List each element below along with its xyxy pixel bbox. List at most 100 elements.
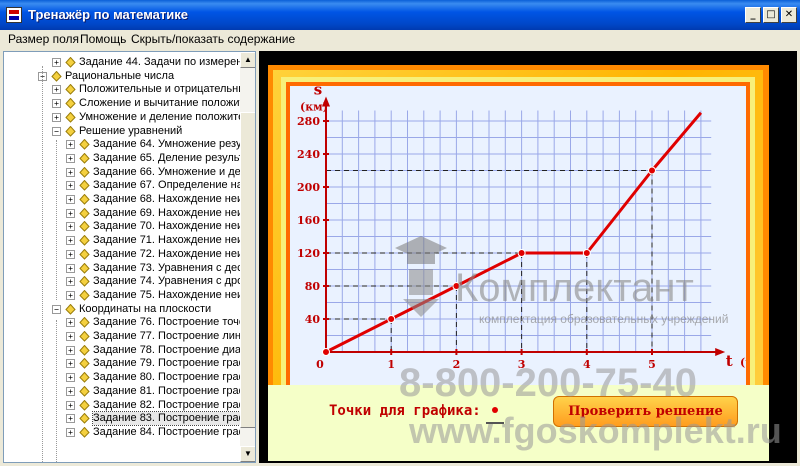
tree-item[interactable]: + Задание 68. Нахождение неизв [4,193,240,207]
topic-icon [65,57,76,68]
menu-bar: Размер поля Помощь Скрыть/показать содер… [0,30,800,48]
minimize-button[interactable]: _ [745,7,761,23]
topic-icon [65,98,76,109]
tree-item-label: Задание 84. Построение графи [93,425,240,438]
expand-toggle-icon[interactable]: + [66,345,75,355]
menu-field-size[interactable]: Размер поля [8,32,79,46]
tree-item[interactable]: + Задание 83. Построение графи [4,411,240,427]
expand-toggle-icon[interactable]: + [66,427,75,437]
expand-toggle-icon[interactable]: + [66,263,75,273]
tree-item[interactable]: + Задание 69. Нахождение неизв [4,207,240,221]
tree-item-label: Задание 80. Построение графи [93,371,240,384]
expand-toggle-icon[interactable]: + [66,290,75,300]
tree-item[interactable]: − Решение уравнений [4,125,240,139]
title-bar[interactable]: Тренажёр по математике _ □ ✕ [0,0,800,30]
expand-toggle-icon[interactable]: + [66,386,75,396]
tree-item[interactable]: + Задание 74. Уравнения с дробн [4,275,240,289]
scroll-down-button[interactable]: ▼ [240,446,255,462]
topic-icon [65,303,76,315]
tree-guide-line [56,140,57,300]
maximize-button[interactable]: □ [763,7,779,23]
tree-item[interactable]: + Задание 80. Построение графи [4,371,240,385]
menu-toggle-contents[interactable]: Скрыть/показать содержание [131,32,295,46]
watermark-logo-icon [395,236,447,317]
expand-toggle-icon[interactable]: + [66,140,75,150]
topic-icon [79,385,90,397]
app-window: Тренажёр по математике _ □ ✕ Размер поля… [0,0,800,466]
close-button[interactable]: ✕ [781,7,797,23]
tree-item-label: Задание 65. Деление результа [93,151,240,164]
expand-toggle-icon[interactable]: + [66,236,75,246]
expand-toggle-icon[interactable]: + [66,181,75,191]
expand-toggle-icon[interactable]: + [52,112,61,122]
tree-item[interactable]: + Задание 79. Построение графи [4,357,240,371]
expand-toggle-icon[interactable]: + [66,277,75,287]
topic-icon [79,344,90,356]
expand-toggle-icon[interactable]: + [66,222,75,232]
tree-item-label: Задание 76. Построение точек [93,316,240,329]
expand-toggle-icon[interactable]: + [66,318,75,328]
expand-toggle-icon[interactable]: + [66,195,75,204]
expand-toggle-icon[interactable]: + [66,208,75,218]
watermark-site: www.fgoskomplekt.ru [408,410,782,451]
window-title: Тренажёр по математике [28,7,188,22]
collapse-toggle-icon[interactable]: − [52,126,61,136]
expand-toggle-icon[interactable]: + [66,167,75,177]
topic-icon [79,139,90,150]
expand-toggle-icon[interactable]: + [66,153,75,163]
scroll-up-button[interactable]: ▲ [240,52,255,68]
tree-item[interactable]: + Задание 81. Построение графи [4,385,240,399]
tree-item[interactable]: + Сложение и вычитание положител [4,97,240,111]
topic-icon [79,152,90,164]
tree-item[interactable]: + Задание 66. Умножение и деле [4,166,240,180]
tree-item[interactable]: + Умножение и деление положитель [4,111,240,125]
expand-toggle-icon[interactable]: + [52,58,61,67]
topic-icon [79,317,90,329]
menu-help[interactable]: Помощь [80,32,126,46]
tree-item-label: Умножение и деление положитель [79,110,240,123]
topic-icon [79,180,90,192]
tree-item[interactable]: + Задание 73. Уравнения с десят [4,262,240,276]
expand-toggle-icon[interactable]: + [66,359,75,369]
watermark-phone: 8-800-200-75-40 [399,361,697,405]
tree-guide-line [56,320,57,462]
tree-item[interactable]: + Задание 70. Нахождение неизв [4,220,240,234]
tree-item[interactable]: − Рациональные числа [4,70,240,84]
tree-item-label: Решение уравнений [79,124,183,137]
topic-icon [65,111,76,123]
tree-item[interactable]: − Координаты на плоскости [4,303,240,317]
tree-item[interactable]: + Задание 44. Задачи по измерен [4,56,240,70]
tree-item-label: Задание 79. Построение графи [93,357,240,370]
tree-item[interactable]: + Задание 84. Построение графи [4,426,240,440]
tree-item-label: Задание 77. Построение линии [93,330,240,342]
expand-toggle-icon[interactable]: + [66,332,75,341]
collapse-toggle-icon[interactable]: − [52,304,61,314]
expand-toggle-icon[interactable]: + [52,85,61,95]
expand-toggle-icon[interactable]: + [66,373,75,383]
tree-item-label: Сложение и вычитание положител [79,97,240,110]
expand-toggle-icon[interactable]: + [66,249,75,259]
tree-item[interactable]: + Задание 72. Нахождение неизв [4,248,240,262]
watermark: Комплектант комплектация образовательных… [395,236,782,451]
tree-item[interactable]: + Задание 76. Построение точек [4,316,240,330]
tree-item[interactable]: + Задание 64. Умножение резуль [4,138,240,152]
expand-toggle-icon[interactable]: + [52,99,61,109]
expand-toggle-icon[interactable]: + [66,414,75,424]
tree-item[interactable]: + Задание 77. Построение линии [4,330,240,344]
tree-item-label: Задание 73. Уравнения с десят [93,261,240,274]
tree-item[interactable]: + Положительные и отрицательные [4,83,240,97]
topic-icon [79,248,90,260]
tree-scrollbar[interactable]: ▲ ▼ [240,52,255,462]
scroll-thumb[interactable] [240,112,255,428]
topic-icon [65,125,76,137]
expand-toggle-icon[interactable]: + [66,400,75,410]
tree-item[interactable]: + Задание 78. Построение диагр [4,344,240,358]
topic-icon [79,235,90,246]
tree-item[interactable]: + Задание 75. Нахождение неизв [4,289,240,303]
tree-item[interactable]: + Задание 82. Построение графи [4,399,240,413]
tree-item-label: Рациональные числа [65,69,175,82]
watermark-tagline: комплектация образовательных учреждений [479,312,728,326]
tree-item[interactable]: + Задание 67. Определение наиб [4,179,240,193]
tree-item[interactable]: + Задание 65. Деление результа [4,152,240,166]
tree-item[interactable]: + Задание 71. Нахождение неизв [4,234,240,248]
